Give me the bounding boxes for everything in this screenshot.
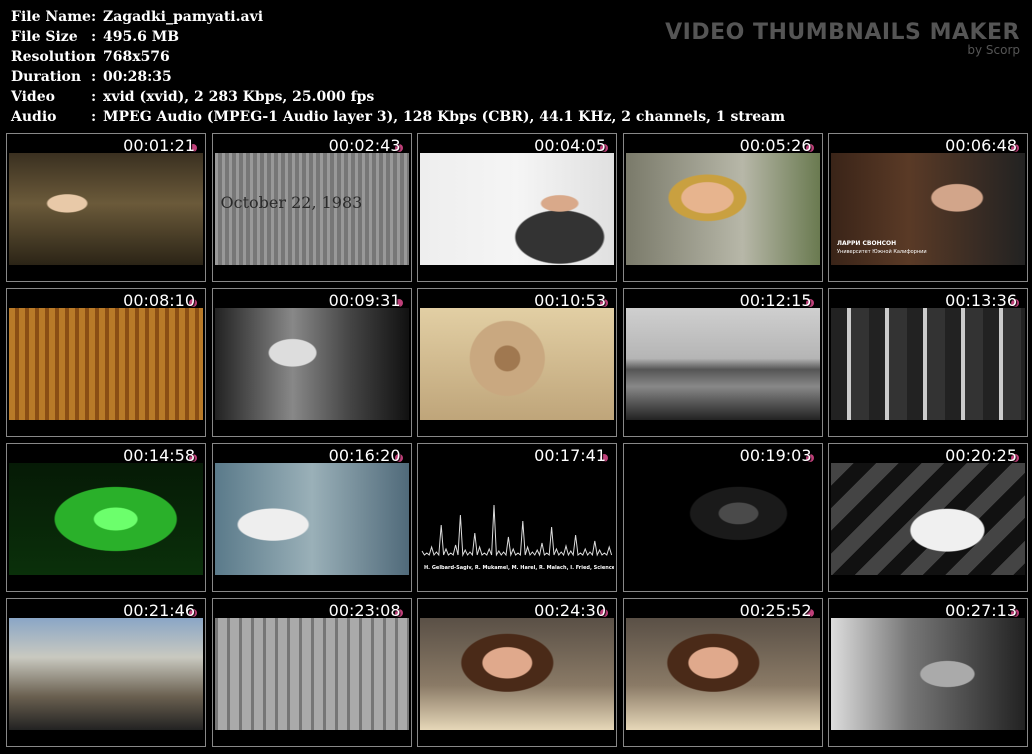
thumbnail-timestamp: 00:24:30 [534, 601, 606, 620]
info-separator: : [91, 9, 97, 25]
thumbnail-7[interactable]: 00:09:31 [211, 288, 412, 437]
thumbnail-timestamp: 00:01:21 [123, 136, 195, 155]
info-row-audio: Audio : MPEG Audio (MPEG-1 Audio layer 3… [11, 107, 785, 127]
woman-portrait-frame [420, 618, 614, 730]
thumbnail-timestamp: 00:02:43 [328, 136, 401, 155]
thumbnail-timestamp: 00:19:03 [739, 446, 812, 465]
info-row-video: Video : xvid (xvid), 2 283 Kbps, 25.000 … [11, 87, 785, 107]
thumbnail-10[interactable]: 00:13:36 [828, 288, 1028, 437]
thumbnail-12[interactable]: 00:16:20 [211, 443, 412, 592]
library-neurons-frame [9, 308, 203, 420]
frame-person-name: ЛАРРИ СВОНСОН [837, 240, 897, 247]
info-value: MPEG Audio (MPEG-1 Audio layer 3), 128 K… [103, 109, 786, 125]
thumbnail-9[interactable]: 00:12:15 [622, 288, 823, 437]
thumbnail-13[interactable]: H. Gelbard-Sagiv, R. Mukamel, M. Harel, … [417, 443, 617, 592]
info-label: Duration [11, 69, 82, 85]
thumbnail-timestamp: 00:04:05 [534, 136, 606, 155]
street-crowd-frame [9, 618, 203, 730]
thumbnail-19[interactable]: 00:25:52 [622, 598, 823, 747]
thumbnail-timestamp: 00:20:25 [945, 446, 1017, 465]
neuron-drawing-frame [420, 308, 614, 420]
thumbnail-timestamp: 00:10:53 [534, 291, 606, 310]
thumbnail-timestamp: 00:27:13 [945, 601, 1017, 620]
thumbnail-grid: 00:01:21 October 22, 1983 00:02:43 00:04:05… [6, 133, 1028, 751]
thumbnail-timestamp: 00:06:48 [945, 136, 1017, 155]
frame-caption: October 22, 1983 [220, 193, 363, 212]
thumbnail-timestamp: 00:08:10 [123, 291, 195, 310]
thumbnail-16[interactable]: 00:21:46 [6, 598, 206, 747]
info-separator: : [91, 89, 97, 105]
lab-cage-frame [214, 618, 409, 730]
info-value: 768x576 [103, 49, 170, 65]
info-separator: : [91, 29, 97, 45]
thumbnail-14[interactable]: 00:19:03 [622, 443, 823, 592]
lab-scientists-frame [831, 618, 1025, 730]
info-value: xvid (xvid), 2 283 Kbps, 25.000 fps [103, 89, 375, 105]
thumbnail-timestamp: 00:05:26 [739, 136, 812, 155]
info-label: File Size [11, 29, 78, 45]
thumbnail-4[interactable]: 00:05:26 [622, 133, 823, 282]
city-waterfront-frame [625, 308, 820, 420]
info-value: 495.6 MB [103, 29, 180, 45]
scientists-group-frame [831, 308, 1025, 420]
thumbnail-timestamp: 00:14:58 [123, 446, 195, 465]
thumbnail-timestamp: 00:16:20 [328, 446, 401, 465]
thumbnail-timestamp: 00:09:31 [328, 291, 401, 310]
thumbnail-timestamp: 00:21:46 [123, 601, 195, 620]
thumbnail-1[interactable]: 00:01:21 [6, 133, 206, 282]
thumbnail-timestamp: 00:17:41 [534, 446, 606, 465]
thumbnail-3[interactable]: 00:04:05 [417, 133, 617, 282]
info-value: Zagadki_pamyati.avi [103, 9, 264, 25]
thumbnail-timestamp: 00:25:52 [739, 601, 812, 620]
frame-caption: H. Gelbard-Sagiv, R. Mukamel, M. Harel, … [424, 565, 614, 571]
brand-watermark: VIDEO THUMBNAILS MAKER by Scorp [665, 20, 1020, 56]
thumbnail-18[interactable]: 00:24:30 [417, 598, 617, 747]
archer-frame [214, 308, 409, 420]
newspaper-collage-frame: October 22, 1983 [214, 153, 409, 265]
white-mouse-frame [831, 463, 1025, 575]
info-separator: : [91, 49, 97, 65]
info-label: Audio [11, 109, 57, 125]
info-separator: : [91, 109, 97, 125]
woman-portrait-frame [625, 618, 820, 730]
thumbnail-timestamp: 00:12:15 [739, 291, 812, 310]
info-row-duration: Duration : 00:28:35 [11, 67, 785, 87]
thumbnail-timestamp: 00:13:36 [945, 291, 1017, 310]
woman-whiteboard-frame [420, 153, 614, 265]
thumbnail-17[interactable]: 00:23:08 [211, 598, 412, 747]
smiling-woman-frame [625, 153, 820, 265]
hospital-frame [214, 463, 409, 575]
interview-man-frame: ЛАРРИ СВОНСОН Университет Южной Калифорни… [831, 153, 1025, 265]
spike-trace [421, 504, 613, 557]
spike-graph-frame: H. Gelbard-Sagiv, R. Mukamel, M. Harel, … [420, 463, 614, 575]
info-label: File Name [11, 9, 91, 25]
green-neuron-frame [9, 463, 203, 575]
dark-eye-frame [625, 463, 820, 575]
thumbnail-15[interactable]: 00:20:25 [828, 443, 1028, 592]
thumbnail-11[interactable]: 00:14:58 [6, 443, 206, 592]
info-label: Video [11, 89, 55, 105]
info-separator: : [91, 69, 97, 85]
info-label: Resolution [11, 49, 96, 65]
thumbnail-20[interactable]: 00:27:13 [828, 598, 1028, 747]
info-value: 00:28:35 [103, 69, 172, 85]
frame-person-affiliation: Университет Южной Калифорнии [837, 249, 927, 255]
thumbnail-timestamp: 00:23:08 [328, 601, 401, 620]
woman-at-desk-frame [9, 153, 203, 265]
thumbnail-6[interactable]: 00:08:10 [6, 288, 206, 437]
thumbnail-8[interactable]: 00:10:53 [417, 288, 617, 437]
thumbnail-5[interactable]: ЛАРРИ СВОНСОН Университет Южной Калифорни… [828, 133, 1028, 282]
thumbnail-2[interactable]: October 22, 1983 00:02:43 [211, 133, 412, 282]
